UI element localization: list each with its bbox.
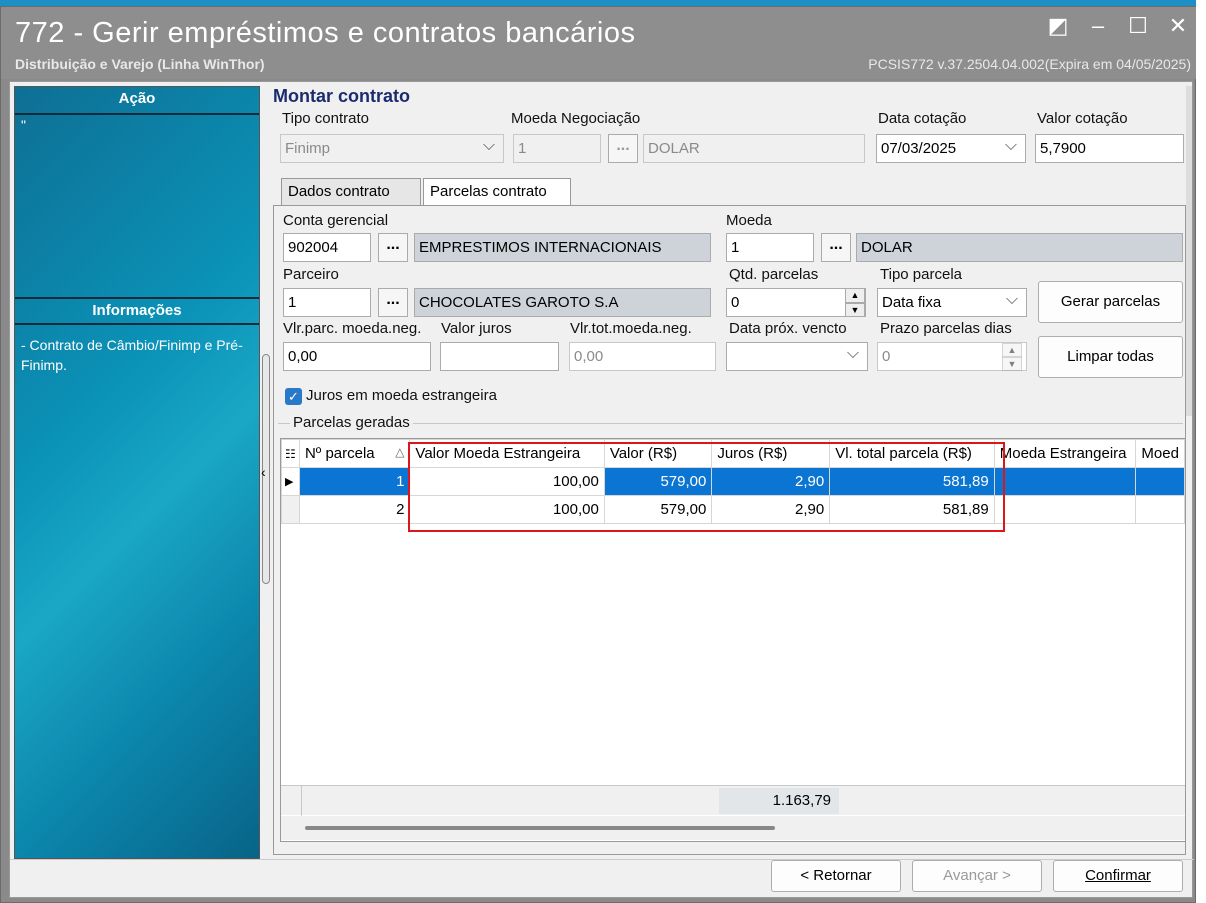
parceiro-label: Parceiro: [283, 266, 339, 283]
parceiro-name: CHOCOLATES GAROTO S.A: [414, 288, 711, 317]
cell-n[interactable]: 2: [298, 495, 411, 524]
col-n-parcela[interactable]: Nº parcela △: [298, 439, 411, 468]
col-moeda-estrangeira[interactable]: Moeda Estrangeira: [993, 439, 1137, 468]
sort-asc-icon: △: [395, 445, 405, 459]
cell-n[interactable]: 1: [298, 467, 411, 496]
conta-lookup-button[interactable]: ...: [378, 233, 408, 262]
parceiro-lookup-button[interactable]: ...: [378, 288, 408, 317]
column-chooser-icon[interactable]: ☷: [281, 439, 300, 468]
splitter[interactable]: ‹: [261, 86, 271, 859]
window-controls: ◩ – ☐ ✕: [1047, 13, 1189, 39]
chevron-left-icon[interactable]: ‹: [261, 464, 266, 480]
conta-name: EMPRESTIMOS INTERNACIONAIS: [414, 233, 711, 262]
cell-m[interactable]: [1135, 467, 1185, 496]
data-cotacao-label: Data cotação: [878, 110, 967, 127]
footer-divider: [301, 786, 302, 816]
sidebar: Ação " Informações - Contrato de Câmbio/…: [14, 86, 260, 859]
parcelas-geradas-label: Parcelas geradas: [290, 414, 413, 431]
background-strip: [1196, 0, 1206, 903]
avancar-button[interactable]: Avançar >: [912, 860, 1042, 892]
highlight-annotation: [408, 442, 1005, 532]
qtd-parcelas-stepper[interactable]: ▲ ▼: [845, 288, 865, 317]
moeda-name: DOLAR: [856, 233, 1183, 262]
tab-parcelas-contrato[interactable]: Parcelas contrato: [423, 178, 571, 207]
maximize-icon[interactable]: ☐: [1127, 13, 1149, 39]
moeda-label: Moeda: [726, 212, 772, 229]
data-prox-label: Data próx. vencto: [729, 320, 847, 337]
row-indicator-icon: ▶: [281, 467, 300, 496]
data-cotacao-input[interactable]: 07/03/2025: [876, 134, 1026, 163]
footer-total: 1.163,79: [719, 788, 839, 814]
tab-dados-contrato[interactable]: Dados contrato: [281, 178, 421, 206]
moeda-lookup-button[interactable]: ...: [821, 233, 851, 262]
cell-m[interactable]: [1135, 495, 1185, 524]
minimize-icon[interactable]: –: [1087, 13, 1109, 39]
vlr-parc-input[interactable]: 0,00: [283, 342, 431, 371]
data-prox-input[interactable]: [726, 342, 868, 371]
juros-checkbox-label: Juros em moeda estrangeira: [306, 387, 497, 404]
tipo-parcela-select[interactable]: Data fixa: [877, 288, 1027, 317]
moeda-neg-label: Moeda Negociação: [511, 110, 641, 127]
h-scrollbar[interactable]: [281, 816, 1185, 840]
acao-title: Ação: [15, 87, 259, 115]
acao-text: ": [21, 117, 26, 133]
qtd-parcelas-label: Qtd. parcelas: [729, 266, 819, 283]
vlr-parc-label: Vlr.parc. moeda.neg.: [283, 320, 422, 337]
cell-me[interactable]: [993, 495, 1137, 524]
vlr-tot-label: Vlr.tot.moeda.neg.: [570, 320, 692, 337]
grid-footer: 1.163,79: [281, 785, 1185, 816]
moeda-neg-code[interactable]: 1: [513, 134, 601, 163]
close-icon[interactable]: ✕: [1167, 13, 1189, 39]
confirmar-button[interactable]: Confirmar: [1053, 860, 1183, 892]
group-divider: [278, 423, 1183, 424]
valor-juros-input[interactable]: [440, 342, 559, 371]
valor-cotacao-label: Valor cotação: [1037, 110, 1128, 127]
version-label: PCSIS772 v.37.2504.04.002(Expira em 04/0…: [868, 56, 1191, 72]
moeda-neg-name: DOLAR: [643, 134, 865, 163]
moeda-neg-lookup-button[interactable]: ...: [608, 134, 638, 163]
moeda-code-input[interactable]: 1: [726, 233, 814, 262]
parceiro-code-input[interactable]: 1: [283, 288, 371, 317]
page-title: Montar contrato: [273, 86, 410, 106]
col-n-parcela-label: Nº parcela: [304, 445, 375, 462]
tipo-contrato-select[interactable]: Finimp: [280, 134, 504, 163]
info-text: - Contrato de Câmbio/Finimp e Pré-Finimp…: [21, 337, 243, 373]
info-section: Informações - Contrato de Câmbio/Finimp …: [15, 297, 259, 377]
confirmar-label: Confirmar: [1085, 867, 1151, 884]
conta-code-input[interactable]: 902004: [283, 233, 371, 262]
tipo-contrato-label: Tipo contrato: [282, 110, 369, 127]
conta-label: Conta gerencial: [283, 212, 389, 229]
juros-checkbox[interactable]: ✓: [285, 388, 302, 405]
restore-icon[interactable]: ◩: [1047, 13, 1069, 39]
valor-cotacao-input[interactable]: 5,7900: [1035, 134, 1184, 163]
cell-me[interactable]: [993, 467, 1137, 496]
gerar-parcelas-button[interactable]: Gerar parcelas: [1038, 281, 1183, 323]
window-title: 772 - Gerir empréstimos e contratos banc…: [15, 17, 636, 49]
retornar-button[interactable]: < Retornar: [771, 860, 901, 892]
vlr-tot-input: 0,00: [569, 342, 716, 371]
prazo-label: Prazo parcelas dias: [880, 320, 1012, 337]
tipo-parcela-label: Tipo parcela: [880, 266, 962, 283]
valor-juros-label: Valor juros: [441, 320, 512, 337]
row-indicator: [281, 495, 300, 524]
title-bar: 772 - Gerir empréstimos e contratos banc…: [1, 7, 1197, 79]
v-scrollbar[interactable]: [1186, 86, 1192, 416]
h-scrollbar-thumb[interactable]: [305, 826, 775, 830]
limpar-todas-button[interactable]: Limpar todas: [1038, 336, 1183, 378]
window-subtitle: Distribuição e Varejo (Linha WinThor): [15, 56, 265, 72]
prazo-stepper[interactable]: ▲ ▼: [1002, 343, 1022, 371]
info-title: Informações: [15, 297, 259, 325]
col-moeda[interactable]: Moed: [1135, 439, 1185, 468]
